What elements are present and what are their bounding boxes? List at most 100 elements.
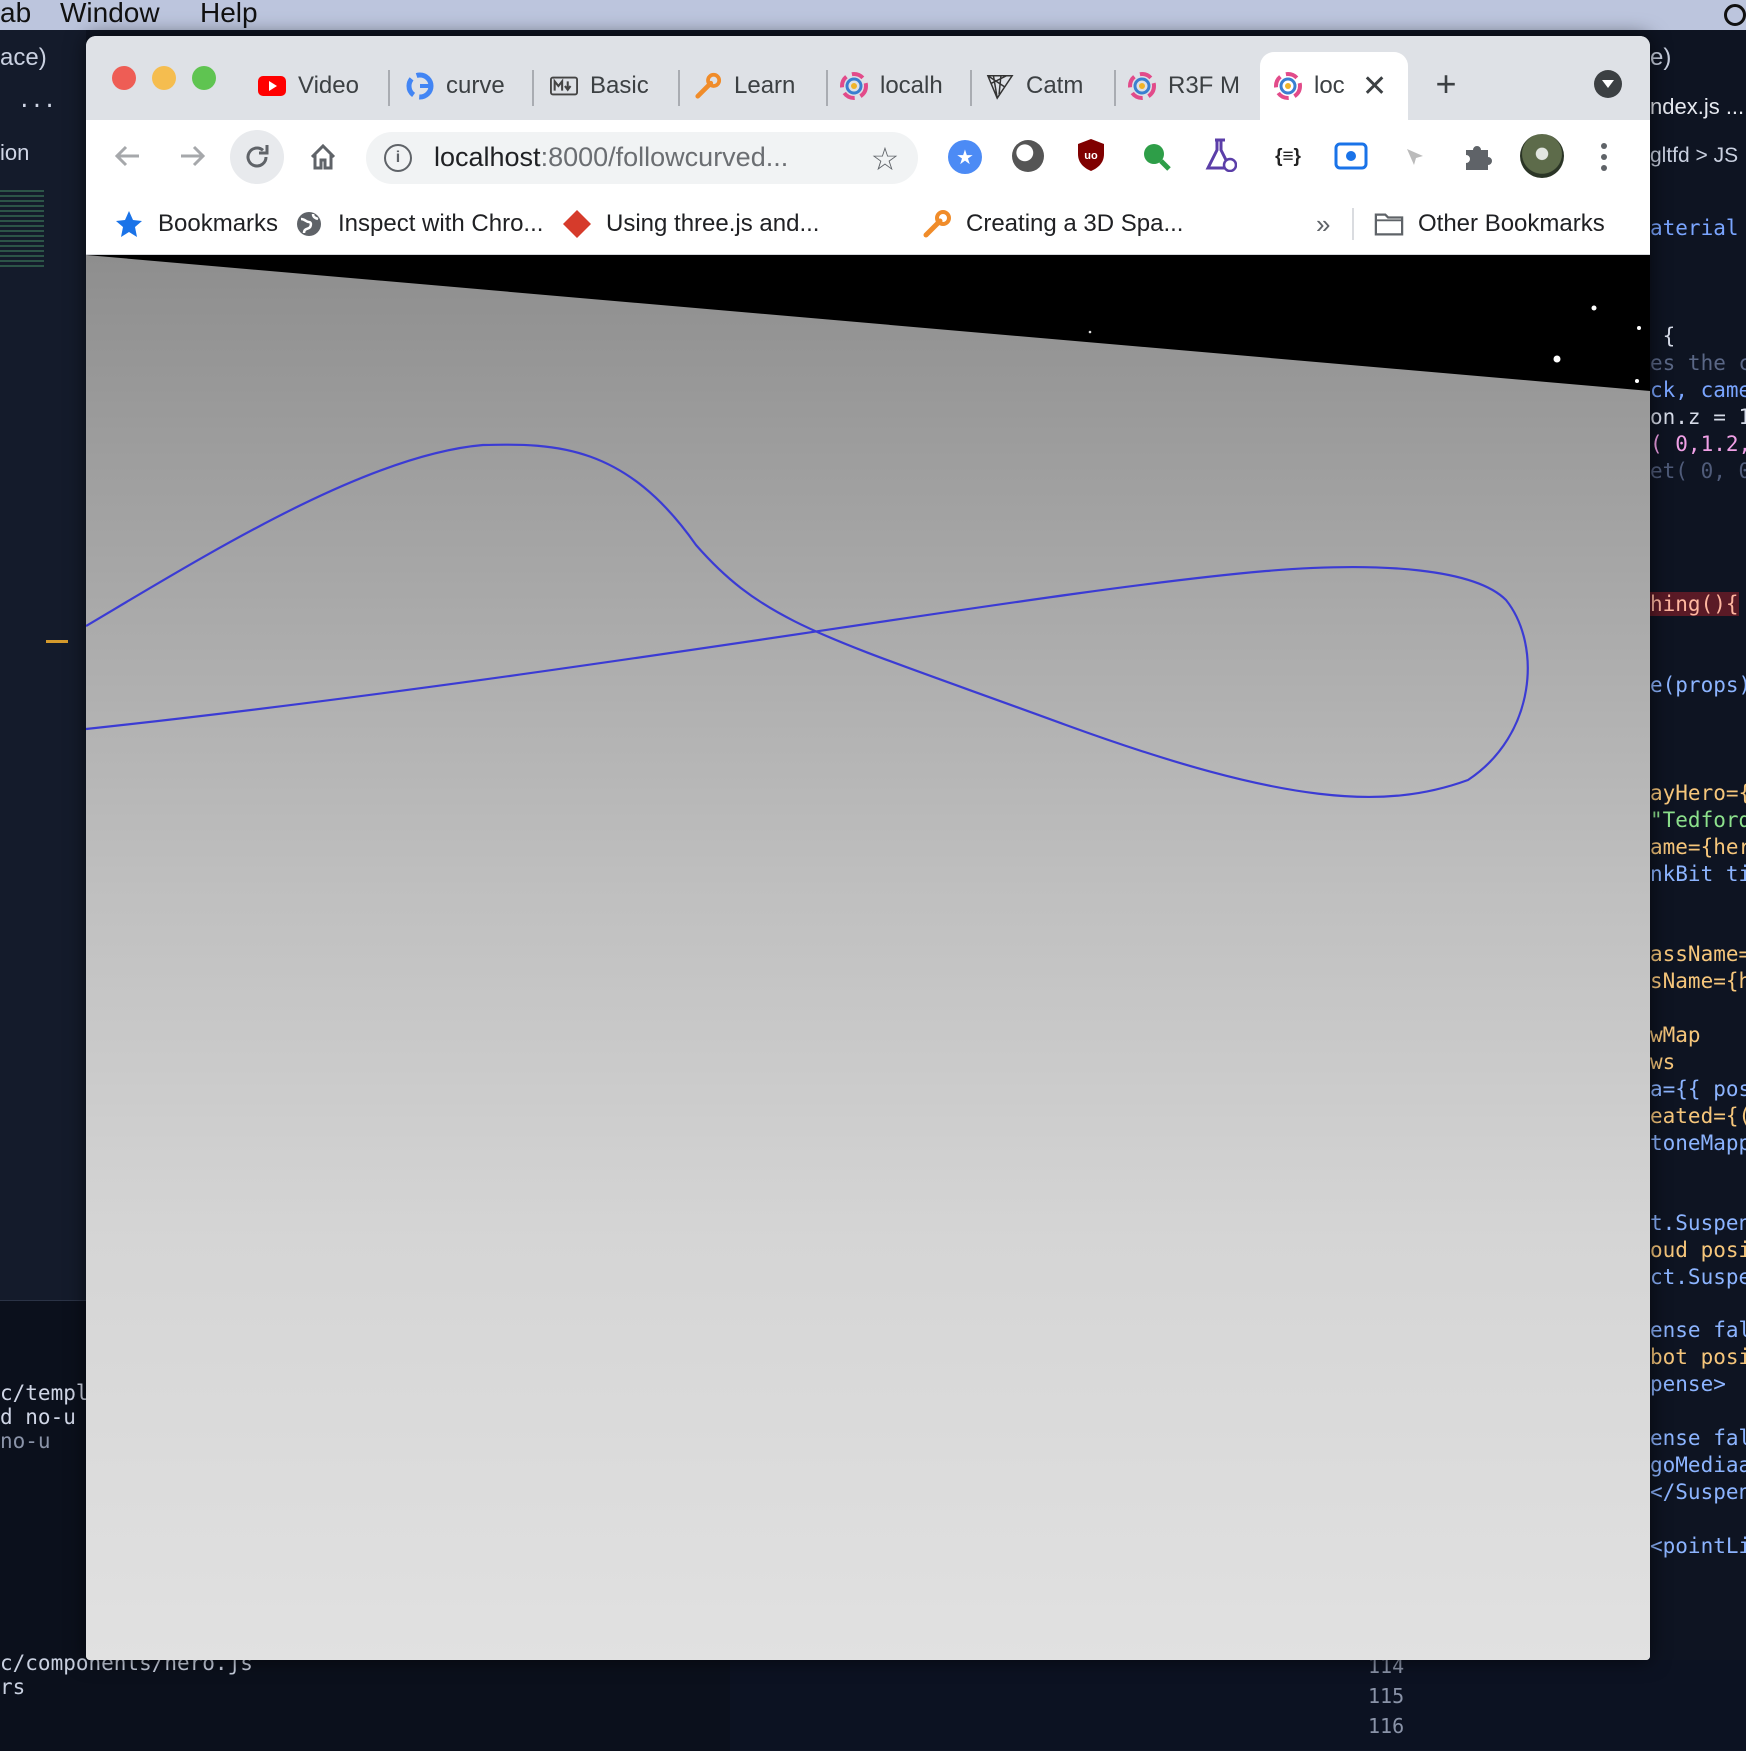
tab-label: Catm bbox=[1026, 72, 1084, 99]
bookmark-label: Creating a 3D Spa... bbox=[966, 210, 1184, 237]
ublock-icon[interactable]: uo bbox=[1076, 138, 1106, 172]
extension-star-icon[interactable]: ★ bbox=[948, 140, 982, 174]
zoom-window-button[interactable] bbox=[192, 66, 216, 90]
star-icon bbox=[114, 209, 144, 239]
tab-r3f[interactable]: R3F M bbox=[1128, 52, 1248, 120]
tab-separator bbox=[678, 70, 680, 106]
star bbox=[1635, 379, 1639, 383]
closed-curve-path bbox=[86, 443, 1529, 798]
wrench-icon bbox=[922, 209, 952, 239]
json-formatter-icon[interactable]: {≡} bbox=[1268, 142, 1308, 172]
bookmark-label: Inspect with Chro... bbox=[338, 210, 544, 237]
editor-file-tab[interactable]: ndex.js ... bbox=[1650, 94, 1744, 120]
code-line: a={{ pos bbox=[1650, 1077, 1746, 1101]
bookmark-star-icon[interactable]: ☆ bbox=[868, 141, 902, 177]
bookmark-item-creating-3d[interactable]: Creating a 3D Spa... bbox=[922, 194, 1183, 254]
code-line: ct.Suspe bbox=[1650, 1265, 1746, 1289]
tab-separator bbox=[970, 70, 972, 106]
editor-window-title: ace) bbox=[0, 44, 47, 71]
bookmark-item-bookmarks[interactable]: Bookmarks bbox=[114, 194, 278, 254]
tab-search-icon[interactable] bbox=[1594, 70, 1622, 98]
code-line: sName={h bbox=[1650, 969, 1746, 993]
tab-catmull[interactable]: Catm bbox=[986, 52, 1100, 120]
menu-item-window[interactable]: Window bbox=[60, 0, 160, 29]
tab-label: Learn bbox=[734, 72, 796, 99]
browser-menu-icon[interactable] bbox=[1594, 138, 1614, 176]
more-icon[interactable]: ... bbox=[18, 88, 56, 112]
extension-arrow-icon[interactable] bbox=[1402, 144, 1428, 170]
editor-sidebar: ace) ... ion bbox=[0, 30, 86, 1330]
tab-learn[interactable]: Learn bbox=[694, 52, 822, 120]
tab-basic[interactable]: Basic bbox=[550, 52, 672, 120]
editor-panel-label: ion bbox=[0, 140, 30, 165]
address-bar[interactable]: i localhost:8000/followcurved... ☆ bbox=[366, 132, 918, 184]
close-window-button[interactable] bbox=[112, 66, 136, 90]
tab-active-localhost[interactable]: loc ✕ bbox=[1260, 52, 1408, 120]
terminal-line: c/templ bbox=[0, 1381, 89, 1405]
other-bookmarks[interactable]: Other Bookmarks bbox=[1374, 194, 1605, 254]
folder-icon bbox=[1374, 209, 1404, 239]
code-line: </Suspense> bbox=[1650, 1480, 1746, 1504]
code-line: et( 0, 0 bbox=[1650, 459, 1746, 483]
scene-svg bbox=[86, 255, 1650, 798]
flask-icon[interactable] bbox=[1204, 138, 1238, 172]
code-line: ame={her bbox=[1650, 835, 1746, 859]
line-number: 116 bbox=[1368, 1714, 1405, 1738]
extension-sphere-icon[interactable] bbox=[1012, 140, 1044, 172]
terminal-line: rs bbox=[0, 1675, 26, 1699]
code-line: ws bbox=[1650, 1050, 1676, 1074]
bookmark-item-threejs[interactable]: Using three.js and... bbox=[562, 194, 819, 254]
new-tab-icon[interactable]: + bbox=[1426, 63, 1466, 104]
profile-avatar[interactable] bbox=[1520, 134, 1564, 178]
minimize-window-button[interactable] bbox=[152, 66, 176, 90]
code-line: goMediaa bbox=[1650, 1453, 1746, 1477]
code-line: nkBit ti bbox=[1650, 862, 1746, 886]
tab-label: curve bbox=[446, 72, 505, 99]
tab-separator bbox=[388, 70, 390, 106]
tab-separator bbox=[532, 70, 534, 106]
extensions-puzzle-icon[interactable] bbox=[1460, 138, 1496, 174]
color-wheel-icon bbox=[1274, 72, 1302, 100]
code-line: bot posi bbox=[1650, 1345, 1746, 1369]
control-center-icon[interactable] bbox=[1724, 4, 1746, 26]
code-line: es the c bbox=[1650, 351, 1746, 375]
browser-window: Video curve Basic Learn localh Catm R3F … bbox=[86, 36, 1650, 1660]
back-icon[interactable] bbox=[110, 138, 146, 174]
code-line: eated={({ bbox=[1650, 1104, 1746, 1128]
tab-curve[interactable]: curve bbox=[406, 52, 526, 120]
reload-icon[interactable] bbox=[230, 130, 284, 184]
tab-separator bbox=[1114, 70, 1116, 106]
browser-toolbar: i localhost:8000/followcurved... ☆ ★ uo … bbox=[86, 120, 1650, 194]
screen-record-icon[interactable] bbox=[1334, 140, 1368, 172]
youtube-icon bbox=[258, 72, 286, 100]
tab-label: R3F M bbox=[1168, 72, 1240, 99]
triangle-mesh-icon bbox=[986, 72, 1014, 100]
night-sky bbox=[86, 255, 1650, 391]
code-line: aterial bbox=[1650, 216, 1739, 240]
code-line: ayHero={ bbox=[1650, 781, 1746, 805]
code-line: wMap bbox=[1650, 1023, 1701, 1047]
bookmarks-overflow-chevron-icon[interactable]: » bbox=[1316, 194, 1330, 254]
code-line: t.Suspen bbox=[1650, 1211, 1746, 1235]
star bbox=[1637, 326, 1641, 330]
editor-right-title: e) bbox=[1650, 44, 1672, 71]
code-line: ense fal bbox=[1650, 1426, 1746, 1450]
editor-breadcrumb[interactable]: gltfd > JS bbox=[1650, 144, 1738, 168]
code-line: hing(){ bbox=[1650, 592, 1739, 616]
home-icon[interactable] bbox=[304, 138, 342, 176]
bookmark-divider bbox=[1352, 208, 1354, 240]
forward-icon[interactable] bbox=[174, 138, 210, 174]
menu-item-tab[interactable]: ab bbox=[0, 0, 31, 29]
bookmark-item-inspect[interactable]: Inspect with Chro... bbox=[294, 194, 543, 254]
star bbox=[1088, 330, 1092, 334]
site-info-icon[interactable]: i bbox=[384, 144, 412, 172]
url-text[interactable]: localhost:8000/followcurved... bbox=[434, 142, 788, 173]
menu-bar: ab Window Help bbox=[0, 0, 1746, 30]
extension-search-icon[interactable] bbox=[1140, 140, 1172, 172]
close-tab-icon[interactable]: ✕ bbox=[1362, 69, 1387, 104]
tab-localhost[interactable]: localh bbox=[840, 52, 968, 120]
star bbox=[1591, 305, 1597, 311]
menu-item-help[interactable]: Help bbox=[200, 0, 258, 29]
webgl-canvas[interactable] bbox=[86, 255, 1650, 1660]
code-line: pense> bbox=[1650, 1372, 1726, 1396]
